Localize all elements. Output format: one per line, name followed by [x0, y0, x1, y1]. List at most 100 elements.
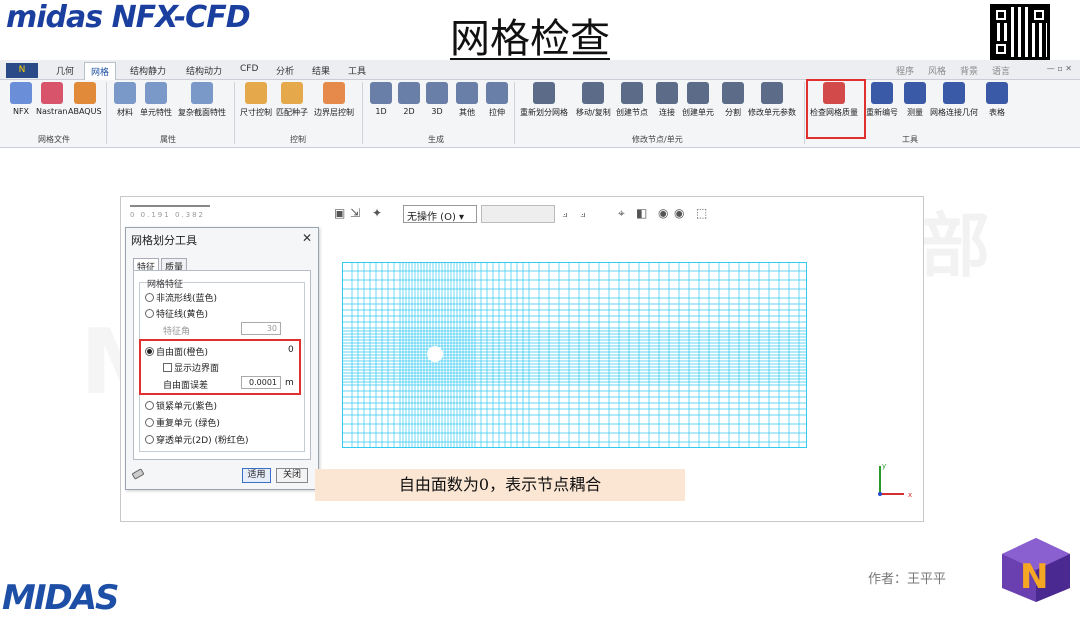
- tool-icon[interactable]: ⬚: [696, 206, 707, 220]
- close-button[interactable]: 关闭: [276, 468, 308, 483]
- divider: [106, 82, 107, 144]
- svg-text:N: N: [1020, 557, 1048, 597]
- tool-table[interactable]: 表格: [986, 82, 1008, 118]
- window-controls[interactable]: — ▫ ✕: [1047, 64, 1072, 73]
- tab-tools[interactable]: 工具: [348, 64, 366, 77]
- brand-logo: midas NFX-CFD: [6, 0, 251, 35]
- view-icon[interactable]: ▣: [334, 206, 345, 220]
- divider: [234, 82, 235, 144]
- tool-icon[interactable]: ◉: [658, 206, 668, 220]
- tool-material[interactable]: 材料: [114, 82, 136, 118]
- axis-triad: y x: [878, 462, 912, 499]
- connect-icon: [656, 82, 678, 104]
- tool-nastran[interactable]: Nastran: [36, 82, 67, 116]
- app-menu-button[interactable]: N: [6, 63, 38, 78]
- tool-icon[interactable]: ⌖: [618, 206, 625, 221]
- renumber-icon: [871, 82, 893, 104]
- split-icon: [722, 82, 744, 104]
- tool-icon[interactable]: ⟓: [562, 206, 568, 221]
- tool-nfx[interactable]: NFX: [10, 82, 32, 116]
- tool-icon[interactable]: ◉: [674, 206, 684, 220]
- tab-analysis[interactable]: 分析: [276, 64, 294, 77]
- tool-label: 表格: [989, 108, 1005, 117]
- radio[interactable]: [145, 401, 154, 410]
- menu-language[interactable]: 语言: [992, 64, 1010, 77]
- eraser-icon[interactable]: [131, 467, 145, 481]
- close-icon[interactable]: ✕: [302, 231, 312, 245]
- tool-icon[interactable]: ⟓: [580, 206, 586, 221]
- tab-mesh[interactable]: 网格: [84, 62, 117, 80]
- import-icon: [73, 82, 96, 104]
- mesh-3d-icon: [426, 82, 448, 104]
- tool-label: 重新划分网格: [520, 108, 568, 117]
- divider: [514, 82, 515, 144]
- tool-extrude[interactable]: 拉伸: [486, 82, 508, 118]
- radio-feature-line[interactable]: 特征线(黄色): [145, 307, 208, 320]
- tool-label: 创建节点: [616, 108, 648, 117]
- tool-connect[interactable]: 连接: [656, 82, 678, 118]
- tool-size-control[interactable]: 尺寸控制: [240, 82, 272, 118]
- tool-label: 复杂截面特性: [178, 108, 226, 117]
- radio-locked[interactable]: 锁紧单元(紫色): [145, 399, 217, 412]
- tool-measure[interactable]: 测量: [904, 82, 926, 118]
- watermark: 部: [920, 205, 990, 287]
- group-label: 网格特征: [147, 280, 184, 290]
- tool-renumber[interactable]: 重新编号: [866, 82, 898, 118]
- radio-pierce[interactable]: 穿透单元(2D) (粉红色): [145, 433, 249, 446]
- operation-select[interactable]: 无操作 (O) ▾: [403, 205, 477, 223]
- dialog-title: 网格划分工具: [131, 234, 197, 247]
- tool-label: 匹配种子: [276, 108, 308, 117]
- menu-background[interactable]: 背景: [960, 64, 978, 77]
- filter-icon[interactable]: ✦: [372, 206, 382, 220]
- tool-element-property[interactable]: 单元特性: [140, 82, 172, 118]
- tool-split[interactable]: 分割: [722, 82, 744, 118]
- move-icon: [582, 82, 605, 104]
- tool-boundary-layer[interactable]: 边界层控制: [314, 82, 354, 118]
- tool-create-element[interactable]: 创建单元: [682, 82, 714, 118]
- tool-abaqus[interactable]: ABAQUS: [68, 82, 102, 116]
- select-icon[interactable]: ⇲: [350, 206, 360, 220]
- tool-label: 移动/复制: [576, 108, 611, 117]
- scale-bar: [130, 201, 210, 207]
- tool-2d[interactable]: 2D: [398, 82, 420, 116]
- tab-geometry[interactable]: 几何: [56, 64, 74, 77]
- radio[interactable]: [145, 309, 154, 318]
- qr-code: [990, 4, 1050, 60]
- radio-duplicate[interactable]: 重复单元 (绿色): [145, 416, 220, 429]
- tab-dynamic[interactable]: 结构动力: [186, 64, 222, 77]
- tool-match-seed[interactable]: 匹配种子: [276, 82, 308, 118]
- tab-static[interactable]: 结构静力: [130, 64, 166, 77]
- apply-button[interactable]: 适用: [242, 468, 271, 483]
- secondary-select[interactable]: [481, 205, 555, 223]
- tool-modify-parameters[interactable]: 修改单元参数: [748, 82, 796, 118]
- radio-nonmanifold[interactable]: 非流形线(蓝色): [145, 291, 217, 304]
- radio[interactable]: [145, 293, 154, 302]
- import-icon: [10, 82, 32, 104]
- tool-label: 创建单元: [682, 108, 714, 117]
- tool-mesh-connect-geometry[interactable]: 网格连接几何: [930, 82, 978, 118]
- tool-remesh[interactable]: 重新划分网格: [520, 82, 568, 118]
- tab-results[interactable]: 结果: [312, 64, 330, 77]
- radio[interactable]: [145, 435, 154, 444]
- size-icon: [245, 82, 267, 104]
- group-label: 修改节点/单元: [632, 135, 683, 144]
- tool-label: 材料: [117, 108, 133, 117]
- other-icon: [456, 82, 478, 104]
- feature-angle-input[interactable]: 30: [241, 322, 281, 335]
- highlight-box: [806, 79, 866, 139]
- menu-style[interactable]: 风格: [928, 64, 946, 77]
- tool-move-copy[interactable]: 移动/复制: [576, 82, 611, 118]
- tool-3d[interactable]: 3D: [426, 82, 448, 116]
- mesh-2d-icon: [398, 82, 420, 104]
- tool-1d[interactable]: 1D: [370, 82, 392, 116]
- tab-cfd[interactable]: CFD: [240, 64, 258, 74]
- tool-label: 网格连接几何: [930, 108, 978, 117]
- tool-section[interactable]: 复杂截面特性: [178, 82, 226, 118]
- tool-other[interactable]: 其他: [456, 82, 478, 118]
- tool-icon[interactable]: ◧: [636, 206, 647, 220]
- menu-program[interactable]: 程序: [896, 64, 914, 77]
- tool-label: 测量: [907, 108, 923, 117]
- tool-create-node[interactable]: 创建节点: [616, 82, 648, 118]
- option-label: 特征线(黄色): [156, 310, 209, 320]
- radio[interactable]: [145, 418, 154, 427]
